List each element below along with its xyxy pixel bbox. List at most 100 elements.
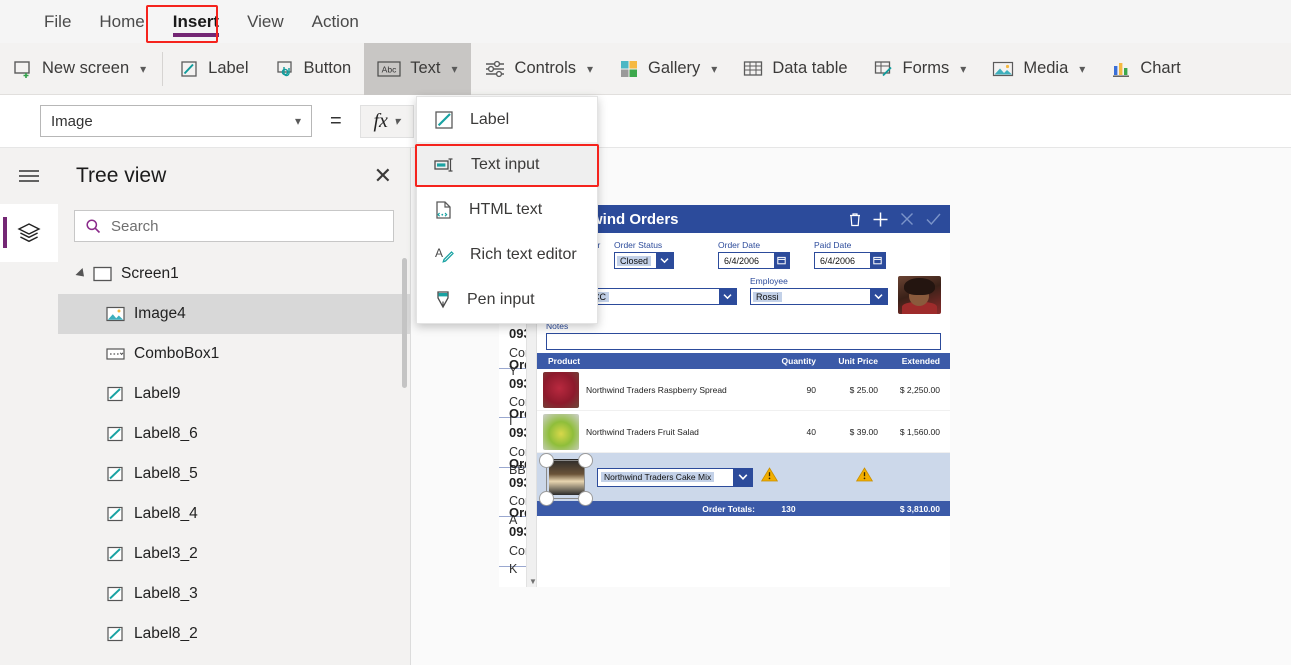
menu-option-label[interactable]: Label <box>417 97 597 142</box>
tree-node-label8-4[interactable]: Label8_4 <box>58 494 410 534</box>
field-value: 6/4/2006 <box>817 256 858 266</box>
label-icon <box>106 386 125 402</box>
label-icon <box>106 466 125 482</box>
new-screen-icon <box>13 59 33 79</box>
ribbon-new-screen[interactable]: New screen ▾ <box>0 43 159 95</box>
tree-node-combobox1[interactable]: ComboBox1 <box>58 334 410 374</box>
fx-button[interactable]: fx ▾ <box>360 105 414 138</box>
menu-item-insert[interactable]: Insert <box>159 0 233 43</box>
ribbon-data-table[interactable]: Data table <box>730 43 860 95</box>
hamburger-menu-button[interactable] <box>0 148 58 204</box>
chevron-down-icon[interactable] <box>656 253 673 268</box>
field-label: Notes <box>546 321 941 331</box>
totals-label: Order Totals: <box>543 504 761 514</box>
menu-item-action[interactable]: Action <box>298 0 373 43</box>
label-icon <box>106 586 125 602</box>
rail-item-tree-view[interactable] <box>0 204 58 262</box>
menu-item-home[interactable]: Home <box>85 0 158 43</box>
ribbon-media[interactable]: Media ▾ <box>979 43 1098 95</box>
tree-node-label3-2[interactable]: Label3_2 <box>58 534 410 574</box>
search-icon <box>85 218 101 234</box>
ribbon-text[interactable]: Abc Text ▾ <box>364 43 470 95</box>
chevron-down-icon: ▾ <box>295 114 301 128</box>
tree-node-label8-2[interactable]: Label8_2 <box>58 614 410 654</box>
tree-node-list: Screen1 Image4 <box>58 252 410 654</box>
ribbon-new-screen-label: New screen <box>42 59 129 78</box>
plus-icon[interactable] <box>872 211 889 228</box>
chevron-down-icon[interactable] <box>733 469 752 486</box>
employee-dropdown[interactable]: Rossi <box>750 288 888 305</box>
tree-node-label9[interactable]: Label9 <box>58 374 410 414</box>
ribbon-button[interactable]: Button <box>262 43 365 95</box>
ribbon-gallery[interactable]: Gallery ▾ <box>606 43 730 95</box>
field-label: Order Status <box>614 240 674 250</box>
screen-icon <box>93 266 112 282</box>
product-cell: Northwind Traders Fruit Salad <box>543 414 761 450</box>
data-table-icon <box>743 60 763 78</box>
menu-item-view[interactable]: View <box>233 0 298 43</box>
tree-node-label8-6[interactable]: Label8_6 <box>58 414 410 454</box>
cancel-x-icon[interactable] <box>899 211 915 227</box>
order-detail-form: Northwind Orders <box>537 205 950 587</box>
tree-node-screen1[interactable]: Screen1 <box>58 254 410 294</box>
chevron-down-icon[interactable] <box>719 289 736 304</box>
menu-option-html-text[interactable]: HTML text <box>417 187 597 232</box>
resize-handle-top-left[interactable] <box>539 453 554 468</box>
order-detail-header: Northwind Orders <box>537 205 950 233</box>
ribbon-chart[interactable]: Chart <box>1098 43 1193 95</box>
property-selector[interactable]: Image ▾ <box>40 105 312 137</box>
notes-input[interactable] <box>546 333 941 350</box>
tree-node-label: Label8_6 <box>134 425 198 443</box>
order-date-picker[interactable]: 6/4/2006 <box>718 252 790 269</box>
product-table-row[interactable]: Northwind Traders Fruit Salad 40 $ 39.00… <box>537 411 950 453</box>
close-icon[interactable]: ✕ <box>374 165 392 187</box>
tree-node-label8-5[interactable]: Label8_5 <box>58 454 410 494</box>
chevron-down-icon: ▾ <box>960 62 966 76</box>
menu-option-rich-text-editor[interactable]: A Rich text editor <box>417 232 597 277</box>
trash-icon[interactable] <box>848 212 862 227</box>
layers-icon <box>17 222 41 244</box>
extended-cell: $ 1,560.00 <box>878 427 944 437</box>
tree-node-label: ComboBox1 <box>134 345 219 363</box>
ribbon-media-label: Media <box>1023 59 1068 78</box>
ribbon-label-label: Label <box>208 59 248 78</box>
check-icon[interactable] <box>925 211 942 227</box>
calendar-icon[interactable] <box>774 253 789 268</box>
resize-handle-bottom-right[interactable] <box>578 491 593 506</box>
tree-search-box[interactable]: Search <box>74 210 394 242</box>
search-input[interactable]: Search <box>111 218 159 235</box>
column-header-extended: Extended <box>878 356 944 366</box>
ribbon-controls[interactable]: Controls ▾ <box>471 43 606 95</box>
pen-input-icon <box>434 290 452 310</box>
scroll-down-arrow-icon[interactable]: ▼ <box>529 577 537 586</box>
field-value: Rossi <box>753 292 782 302</box>
product-table-row[interactable]: Northwind Traders Raspberry Spread 90 $ … <box>537 369 950 411</box>
tree-node-label: Image4 <box>134 305 186 323</box>
expand-triangle-icon[interactable] <box>75 268 87 280</box>
chevron-down-icon: ▾ <box>452 62 458 76</box>
ribbon-label[interactable]: Label <box>166 43 261 95</box>
field-value: 6/4/2006 <box>721 256 762 266</box>
ribbon-forms[interactable]: Forms ▾ <box>861 43 980 95</box>
resize-handle-bottom-left[interactable] <box>539 491 554 506</box>
menu-option-pen-input[interactable]: Pen input <box>417 277 597 322</box>
product-combobox[interactable]: Northwind Traders Cake Mix <box>597 468 753 487</box>
ribbon-forms-label: Forms <box>903 59 950 78</box>
paid-date-picker[interactable]: 6/4/2006 <box>814 252 886 269</box>
product-table-selected-row[interactable]: Northwind Traders Cake Mix <box>537 453 950 501</box>
resize-handle-top-right[interactable] <box>578 453 593 468</box>
chevron-down-icon[interactable] <box>870 289 887 304</box>
order-status-dropdown[interactable]: Closed <box>614 252 674 269</box>
tree-scrollbar-thumb[interactable] <box>402 258 407 388</box>
quantity-cell: 90 <box>761 385 816 395</box>
fx-label: fx <box>373 110 387 133</box>
menu-option-text-input[interactable]: Text input <box>417 142 597 187</box>
calendar-icon[interactable] <box>870 253 885 268</box>
tree-view-panel: Tree view ✕ Search <box>58 148 411 665</box>
field-notes: Notes <box>546 321 941 350</box>
menu-bar: File Home Insert View Action <box>0 0 1291 43</box>
tree-node-label8-3[interactable]: Label8_3 <box>58 574 410 614</box>
tree-node-image4[interactable]: Image4 <box>58 294 410 334</box>
tree-node-label: Screen1 <box>121 265 179 283</box>
menu-item-file[interactable]: File <box>30 0 85 43</box>
